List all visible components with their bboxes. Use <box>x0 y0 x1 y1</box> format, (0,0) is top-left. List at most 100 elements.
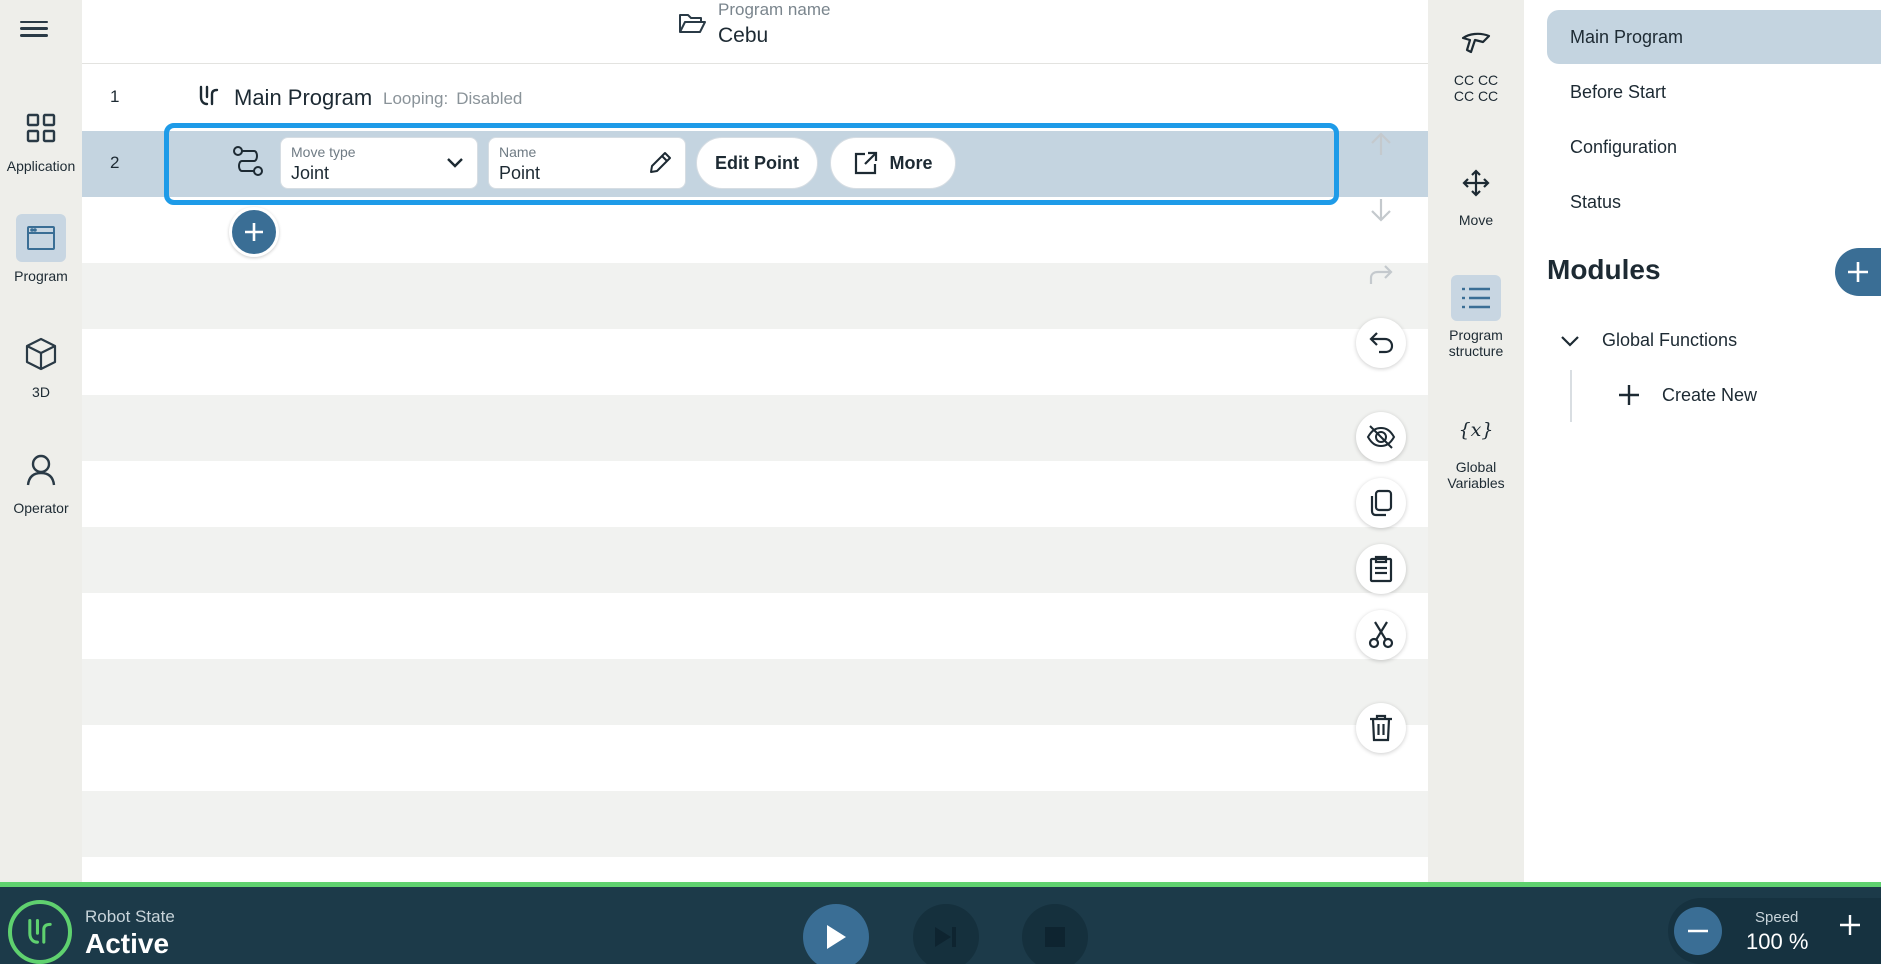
program-editor: Program name Cebu 1 Main Program Looping… <box>82 0 1428 882</box>
empty-row <box>82 197 1428 263</box>
program-name: Cebu <box>718 24 769 47</box>
more-label: More <box>889 152 933 173</box>
empty-row <box>82 395 1428 461</box>
tool-move[interactable]: Move <box>1428 160 1524 228</box>
tool-global-variables[interactable]: {x} Global Variables <box>1428 407 1524 492</box>
looping-value: Disabled <box>456 89 523 108</box>
move-type-select[interactable]: Move type Joint <box>280 137 478 189</box>
stop-button[interactable] <box>1022 904 1088 964</box>
status-bar: Robot State Active Speed 100 % <box>0 882 1881 964</box>
empty-row <box>82 725 1428 791</box>
modules-heading: Modules <box>1547 254 1661 285</box>
window-icon <box>16 214 66 262</box>
speed-value: 100 % <box>1746 929 1809 954</box>
looping-status: Looping: Disabled <box>383 89 522 109</box>
person-icon <box>16 446 66 494</box>
trash-icon <box>1370 714 1392 742</box>
panel-item-configuration[interactable]: Configuration <box>1547 120 1881 174</box>
tool-program-structure[interactable]: Program structure <box>1428 275 1524 359</box>
move-type-label: Move type <box>291 144 356 160</box>
more-button[interactable]: More <box>830 137 956 189</box>
program-name-label: Program name <box>718 0 831 19</box>
plus-icon <box>1848 262 1868 282</box>
move-down-button[interactable] <box>1356 185 1406 235</box>
robot-state-label: Robot State <box>85 907 175 926</box>
tool-label: Program <box>1449 327 1503 343</box>
main-program-title: Main Program <box>234 85 373 110</box>
paste-button[interactable] <box>1356 544 1406 594</box>
speed-decrease-button[interactable] <box>1674 907 1722 955</box>
move-arrows-icon <box>1451 160 1501 206</box>
nav-label: 3D <box>32 384 50 400</box>
external-link-icon <box>855 151 878 175</box>
arrow-up-icon <box>1371 132 1391 155</box>
tool-label: Global <box>1455 459 1497 475</box>
nav-label: Program <box>14 268 68 284</box>
name-label: Name <box>499 144 537 160</box>
delete-button[interactable] <box>1356 703 1406 753</box>
tool-label: CC CC <box>1453 72 1499 88</box>
clipboard-icon <box>1369 555 1393 583</box>
stop-icon <box>1045 927 1065 947</box>
tree-indent-line <box>1570 370 1572 422</box>
row-number: 1 <box>110 87 120 106</box>
scissors-icon <box>1368 621 1394 649</box>
tool-column: CC CC CC CC Move Program structure {x} G… <box>1428 0 1524 882</box>
nav-item-3d[interactable]: 3D <box>0 330 82 400</box>
program-row-main[interactable]: 1 Main Program Looping: Disabled <box>82 65 1428 131</box>
robot-state-value: Active <box>85 928 170 959</box>
minus-icon <box>1688 929 1708 933</box>
panel-item-label: Before Start <box>1570 82 1667 102</box>
cut-button[interactable] <box>1356 610 1406 660</box>
nav-item-application[interactable]: Application <box>0 104 82 174</box>
speed-label: Speed <box>1755 909 1799 926</box>
name-field[interactable]: Name Point <box>488 137 686 189</box>
gripper-icon <box>1451 20 1501 66</box>
variable-icon: {x} <box>1458 419 1494 441</box>
ur-logo-icon <box>28 919 52 944</box>
undo-button[interactable] <box>1356 318 1406 368</box>
plus-icon <box>1840 915 1860 935</box>
tool-label: Variables <box>1447 475 1505 491</box>
panel-item-label: Configuration <box>1570 137 1678 157</box>
pencil-icon <box>650 152 671 173</box>
step-button[interactable] <box>913 904 979 964</box>
speed-increase-button[interactable] <box>1838 913 1862 942</box>
hamburger-menu-icon[interactable] <box>20 16 48 42</box>
grid-icon <box>16 104 66 152</box>
tool-label: CC CC <box>1453 88 1499 104</box>
empty-row <box>82 659 1428 725</box>
robot-state-indicator[interactable] <box>8 900 72 964</box>
nav-item-program[interactable]: Program <box>0 214 82 284</box>
panel-item-main-program[interactable]: Main Program <box>1547 10 1881 64</box>
list-icon <box>1451 275 1501 321</box>
panel-item-before-start[interactable]: Before Start <box>1547 65 1881 119</box>
redo-button[interactable] <box>1356 251 1406 301</box>
edit-point-label: Edit Point <box>715 152 799 173</box>
program-row-move[interactable]: 2 Move type Joint Name Point Edit Point … <box>82 123 1428 205</box>
empty-row <box>82 461 1428 527</box>
nav-item-operator[interactable]: Operator <box>0 446 82 516</box>
add-module-button[interactable] <box>1835 248 1881 296</box>
cube-icon <box>16 330 66 378</box>
play-button[interactable] <box>803 904 869 964</box>
tree-group-global-functions[interactable]: Global Functions <box>1560 330 1737 351</box>
empty-row <box>82 527 1428 593</box>
arrow-down-icon <box>1371 199 1391 222</box>
hide-button[interactable] <box>1356 412 1406 462</box>
copy-button[interactable] <box>1356 478 1406 528</box>
folder-open-icon <box>679 14 706 33</box>
empty-row <box>82 263 1428 329</box>
looping-label: Looping: <box>383 89 449 108</box>
create-new-function[interactable]: Create New <box>1618 384 1757 406</box>
play-icon <box>827 925 846 949</box>
panel-item-status[interactable]: Status <box>1547 175 1881 229</box>
tool-label: structure <box>1448 343 1504 359</box>
create-new-label: Create New <box>1662 384 1758 405</box>
row-number: 2 <box>110 153 120 172</box>
program-tree: 1 Main Program Looping: Disabled 2 Move t… <box>82 65 1428 857</box>
edit-point-button[interactable]: Edit Point <box>696 137 818 189</box>
tool-gripper[interactable]: CC CC CC CC <box>1428 20 1524 104</box>
add-node-button[interactable] <box>229 207 279 257</box>
move-up-button[interactable] <box>1356 119 1406 169</box>
